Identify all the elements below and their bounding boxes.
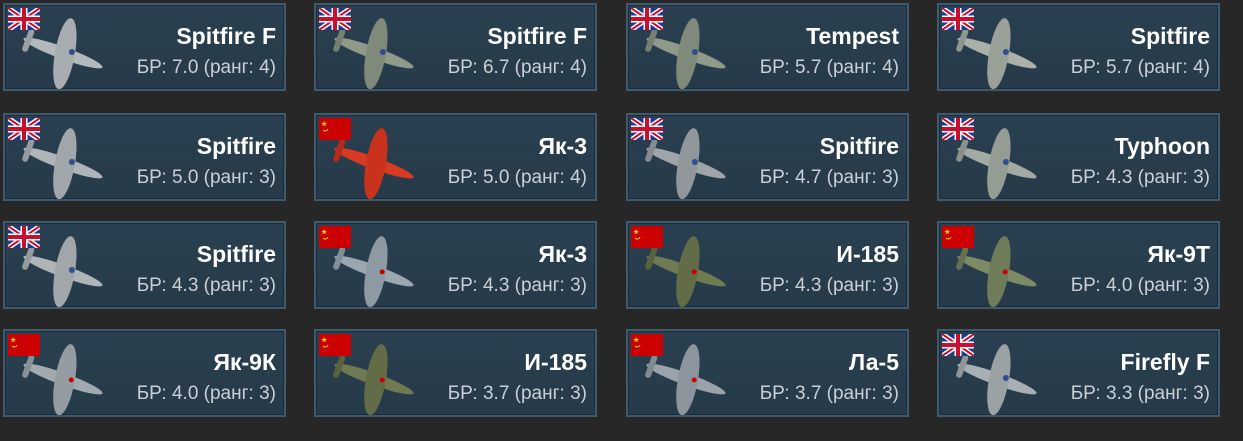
vehicle-br: БР: 4.3 (ранг: 3)	[1070, 167, 1210, 188]
vehicle-card[interactable]: Як-3 БР: 5.0 (ранг: 4)	[314, 113, 597, 201]
ussr-flag-icon	[8, 334, 40, 356]
vehicle-grid: Spitfire F БР: 7.0 (ранг: 4) Spitfire F …	[0, 0, 1243, 441]
vehicle-br: БР: 4.3 (ранг: 3)	[136, 275, 276, 296]
ussr-flag-icon	[319, 334, 351, 356]
vehicle-card[interactable]: Ла-5 БР: 3.7 (ранг: 3)	[626, 329, 909, 417]
ussr-flag-icon	[631, 226, 663, 248]
vehicle-br: БР: 4.0 (ранг: 3)	[1070, 275, 1210, 296]
vehicle-name: Ла-5	[849, 349, 899, 375]
vehicle-name: И-185	[524, 349, 587, 375]
uk-flag-icon	[942, 118, 974, 140]
vehicle-br: БР: 3.7 (ранг: 3)	[447, 383, 587, 404]
vehicle-br: БР: 5.7 (ранг: 4)	[1070, 57, 1210, 78]
vehicle-card[interactable]: И-185 БР: 4.3 (ранг: 3)	[626, 221, 909, 309]
vehicle-name: Як-9Т	[1147, 241, 1210, 267]
vehicle-br: БР: 5.0 (ранг: 3)	[136, 167, 276, 188]
uk-flag-icon	[8, 226, 40, 248]
uk-flag-icon	[8, 8, 40, 30]
vehicle-br: БР: 4.3 (ранг: 3)	[447, 275, 587, 296]
vehicle-br: БР: 4.7 (ранг: 3)	[759, 167, 899, 188]
uk-flag-icon	[631, 118, 663, 140]
vehicle-name: Як-3	[538, 133, 588, 159]
ussr-flag-icon	[631, 334, 663, 356]
vehicle-br: БР: 6.7 (ранг: 4)	[447, 57, 587, 78]
vehicle-name: Як-9К	[213, 349, 276, 375]
vehicle-card[interactable]: Spitfire F БР: 6.7 (ранг: 4)	[314, 3, 597, 91]
vehicle-card[interactable]: Spitfire F БР: 7.0 (ранг: 4)	[3, 3, 286, 91]
vehicle-br: БР: 7.0 (ранг: 4)	[136, 57, 276, 78]
vehicle-name: Typhoon	[1114, 133, 1210, 159]
vehicle-name: Spitfire	[196, 133, 276, 159]
vehicle-card[interactable]: Spitfire БР: 4.3 (ранг: 3)	[3, 221, 286, 309]
vehicle-br: БР: 3.3 (ранг: 3)	[1070, 383, 1210, 404]
ussr-flag-icon	[319, 226, 351, 248]
vehicle-name: Spitfire	[819, 133, 899, 159]
vehicle-card[interactable]: Як-3 БР: 4.3 (ранг: 3)	[314, 221, 597, 309]
uk-flag-icon	[319, 8, 351, 30]
ussr-flag-icon	[319, 118, 351, 140]
uk-flag-icon	[942, 8, 974, 30]
vehicle-br: БР: 4.3 (ранг: 3)	[759, 275, 899, 296]
uk-flag-icon	[631, 8, 663, 30]
ussr-flag-icon	[942, 226, 974, 248]
vehicle-card[interactable]: Spitfire БР: 5.0 (ранг: 3)	[3, 113, 286, 201]
uk-flag-icon	[8, 118, 40, 140]
vehicle-card[interactable]: Tempest БР: 5.7 (ранг: 4)	[626, 3, 909, 91]
vehicle-card[interactable]: Typhoon БР: 4.3 (ранг: 3)	[937, 113, 1220, 201]
vehicle-card[interactable]: Firefly F БР: 3.3 (ранг: 3)	[937, 329, 1220, 417]
vehicle-name: Spitfire F	[487, 23, 587, 49]
vehicle-name: Firefly F	[1120, 349, 1210, 375]
vehicle-br: БР: 5.0 (ранг: 4)	[447, 167, 587, 188]
vehicle-br: БР: 5.7 (ранг: 4)	[759, 57, 899, 78]
vehicle-name: Як-3	[538, 241, 588, 267]
vehicle-br: БР: 3.7 (ранг: 3)	[759, 383, 899, 404]
vehicle-br: БР: 4.0 (ранг: 3)	[136, 383, 276, 404]
vehicle-card[interactable]: Spitfire БР: 5.7 (ранг: 4)	[937, 3, 1220, 91]
vehicle-name: Spitfire F	[176, 23, 276, 49]
uk-flag-icon	[942, 334, 974, 356]
vehicle-name: Spitfire	[1130, 23, 1210, 49]
vehicle-name: Spitfire	[196, 241, 276, 267]
vehicle-card[interactable]: Spitfire БР: 4.7 (ранг: 3)	[626, 113, 909, 201]
vehicle-card[interactable]: Як-9Т БР: 4.0 (ранг: 3)	[937, 221, 1220, 309]
vehicle-name: И-185	[836, 241, 899, 267]
vehicle-card[interactable]: И-185 БР: 3.7 (ранг: 3)	[314, 329, 597, 417]
vehicle-card[interactable]: Як-9К БР: 4.0 (ранг: 3)	[3, 329, 286, 417]
vehicle-name: Tempest	[806, 23, 899, 49]
